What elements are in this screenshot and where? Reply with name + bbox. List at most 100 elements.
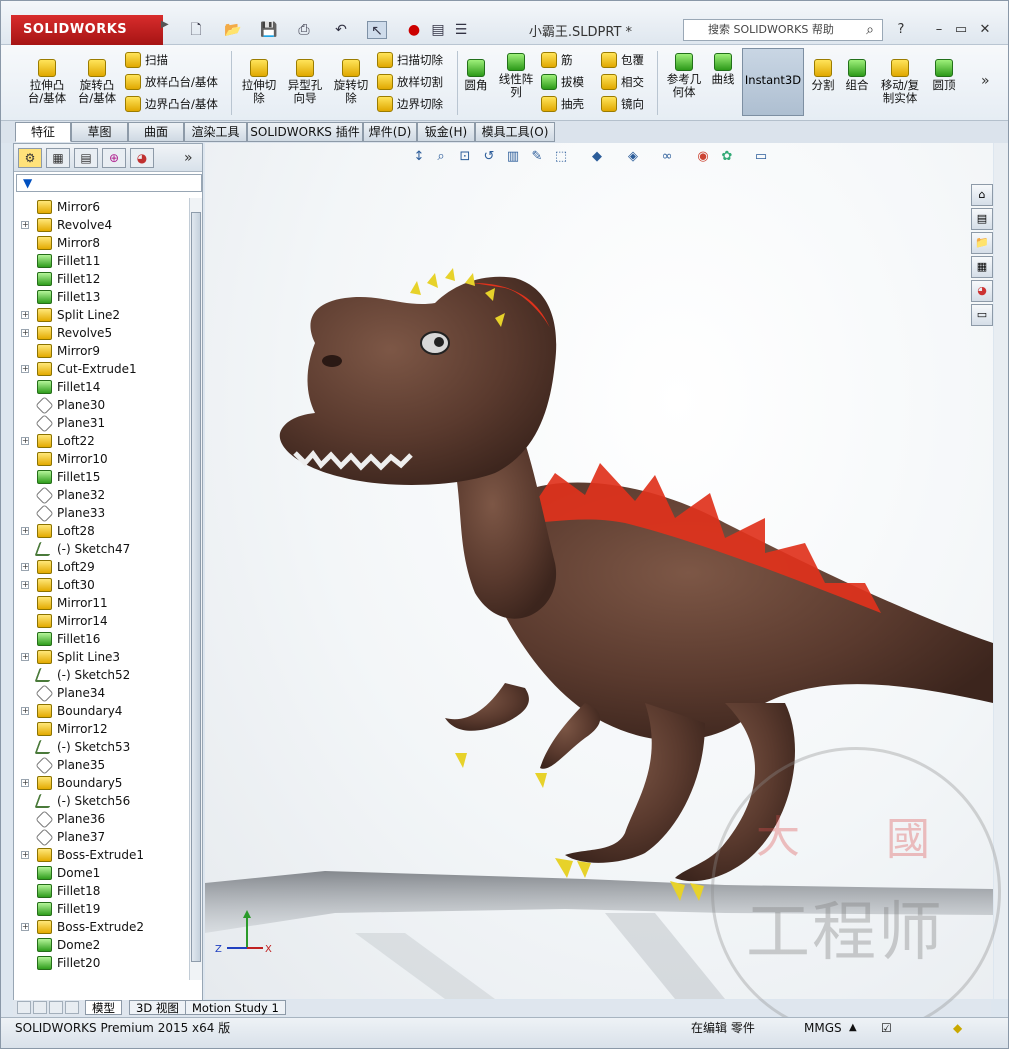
hole-wizard-button[interactable]: 异型孔 向导 (283, 59, 327, 105)
design-library-icon[interactable]: ▤ (971, 208, 993, 230)
view-palette-icon[interactable]: ▦ (971, 256, 993, 278)
search-icon[interactable]: ⌕ (866, 20, 874, 40)
tree-item[interactable]: Plane31 (14, 414, 188, 433)
tree-scrollbar[interactable] (189, 198, 202, 980)
tree-item[interactable]: Plane37 (14, 828, 188, 847)
chevron-right-icon[interactable]: » (184, 150, 193, 166)
tree-item[interactable]: + Boss-Extrude1 (14, 846, 188, 864)
tab-weldments[interactable]: 焊件(D) (363, 122, 417, 142)
tree-item[interactable]: Fillet13 (14, 288, 188, 306)
tree-item[interactable]: Fillet15 (14, 468, 188, 486)
tree-item[interactable]: + Boss-Extrude2 (14, 918, 188, 936)
shell-button[interactable]: 抽壳 (539, 95, 584, 113)
tree-filter-input[interactable]: ▼ (16, 174, 202, 192)
file-explorer-icon[interactable]: 📁 (971, 232, 993, 254)
expand-icon[interactable]: + (21, 923, 29, 931)
tab-features[interactable]: 特征 (15, 122, 71, 142)
tab-surfaces[interactable]: 曲面 (128, 122, 184, 142)
tree-item[interactable]: Fillet12 (14, 270, 188, 288)
boundary-boss-button[interactable]: 边界凸台/基体 (123, 95, 218, 113)
help-icon[interactable]: ? (891, 21, 911, 39)
extrude-boss-button[interactable]: 拉伸凸 台/基体 (23, 59, 71, 105)
curves-button[interactable]: 曲线 (707, 53, 739, 86)
expand-icon[interactable]: + (21, 707, 29, 715)
tree-item[interactable]: + Loft29 (14, 558, 188, 576)
options-icon[interactable]: ☰ (451, 21, 471, 39)
expand-icon[interactable]: + (21, 653, 29, 661)
tree-item[interactable]: Mirror11 (14, 594, 188, 612)
expand-icon[interactable]: + (21, 437, 29, 445)
tree-item[interactable]: Mirror9 (14, 342, 188, 360)
close-icon[interactable]: ✕ (975, 21, 995, 39)
expand-icon[interactable]: + (21, 779, 29, 787)
expand-icon[interactable]: + (21, 365, 29, 373)
tree-item[interactable]: Fillet18 (14, 882, 188, 900)
tree-item[interactable]: Fillet19 (14, 900, 188, 918)
solidworks-logo[interactable]: SOLIDWORKS (11, 15, 163, 45)
intersect-button[interactable]: 相交 (599, 73, 644, 91)
first-tab-icon[interactable] (17, 1001, 31, 1014)
split-button[interactable]: 分割 (807, 59, 839, 92)
home-icon[interactable]: ⌂ (971, 184, 993, 206)
rebuild-icon[interactable]: ● (404, 21, 424, 39)
tree-item[interactable]: Mirror10 (14, 450, 188, 468)
linear-pattern-button[interactable]: 线性阵 列 (495, 53, 537, 99)
loft-cut-button[interactable]: 放样切割 (375, 73, 443, 91)
wrap-button[interactable]: 包覆 (599, 51, 644, 69)
revolve-boss-button[interactable]: 旋转凸 台/基体 (73, 59, 121, 105)
tree-item[interactable]: + Boundary5 (14, 774, 188, 792)
expand-icon[interactable]: + (21, 563, 29, 571)
scrollbar-thumb[interactable] (191, 212, 201, 962)
reference-geometry-button[interactable]: 参考几 何体 (662, 53, 706, 99)
dimxpert-tab-icon[interactable]: ⊕ (102, 148, 126, 168)
property-manager-tab-icon[interactable]: ▦ (46, 148, 70, 168)
expand-icon[interactable]: + (21, 329, 29, 337)
expand-icon[interactable]: + (21, 851, 29, 859)
tab-render-tools[interactable]: 渲染工具 (184, 122, 247, 142)
loft-button[interactable]: 放样凸台/基体 (123, 73, 218, 91)
tree-item[interactable]: + Revolve5 (14, 324, 188, 342)
tab-sketch[interactable]: 草图 (71, 122, 128, 142)
tree-item[interactable]: Dome2 (14, 936, 188, 954)
custom-properties-icon[interactable]: ▭ (971, 304, 993, 326)
previous-tab-icon[interactable] (33, 1001, 47, 1014)
tree-item[interactable]: + Cut-Extrude1 (14, 360, 188, 378)
tree-item[interactable]: Mirror8 (14, 234, 188, 252)
instant3d-toggle[interactable]: Instant3D (742, 48, 804, 116)
tab-mold-tools[interactable]: 模具工具(O) (475, 122, 555, 142)
print-icon[interactable]: ⎙ (294, 21, 314, 39)
tree-item[interactable]: + Loft28 (14, 522, 188, 540)
tree-item[interactable]: (-) Sketch52 (14, 666, 188, 684)
revolve-cut-button[interactable]: 旋转切 除 (329, 59, 373, 105)
tree-item[interactable]: (-) Sketch56 (14, 792, 188, 810)
move-copy-body-button[interactable]: 移动/复 制实体 (877, 59, 923, 105)
tab-motion-study[interactable]: Motion Study 1 (185, 1000, 286, 1015)
tab-model[interactable]: 模型 (85, 1000, 122, 1015)
mirror-button[interactable]: 镜向 (599, 95, 644, 113)
sweep-cut-button[interactable]: 扫描切除 (375, 51, 443, 69)
expand-icon[interactable]: + (21, 221, 29, 229)
tree-item[interactable]: + Loft30 (14, 576, 188, 594)
tree-item[interactable]: Fillet16 (14, 630, 188, 648)
boundary-cut-button[interactable]: 边界切除 (375, 95, 443, 113)
tree-item[interactable]: + Boundary4 (14, 702, 188, 720)
menu-arrow-icon[interactable]: ▶ (161, 19, 169, 30)
expand-icon[interactable]: + (21, 581, 29, 589)
tree-item[interactable]: + Split Line3 (14, 648, 188, 666)
tree-item[interactable]: + Revolve4 (14, 216, 188, 234)
select-pointer-icon[interactable]: ↖ (367, 21, 387, 39)
combine-button[interactable]: 组合 (841, 59, 873, 92)
tree-item[interactable]: + Loft22 (14, 432, 188, 450)
restore-icon[interactable]: ▭ (951, 21, 971, 39)
tree-item[interactable]: Dome1 (14, 864, 188, 882)
chevron-right-icon[interactable]: » (981, 73, 990, 89)
file-properties-icon[interactable]: ▤ (428, 21, 448, 39)
tree-item[interactable]: Fillet20 (14, 954, 188, 972)
dome-button[interactable]: 圆顶 (927, 59, 961, 92)
save-icon[interactable]: 💾 (259, 21, 279, 39)
tree-item[interactable]: Fillet14 (14, 378, 188, 396)
tab-solidworks-addins[interactable]: SOLIDWORKS 插件 (247, 122, 363, 142)
draft-button[interactable]: 拔模 (539, 73, 584, 91)
tree-item[interactable]: Plane35 (14, 756, 188, 775)
tree-item[interactable]: (-) Sketch47 (14, 540, 188, 558)
